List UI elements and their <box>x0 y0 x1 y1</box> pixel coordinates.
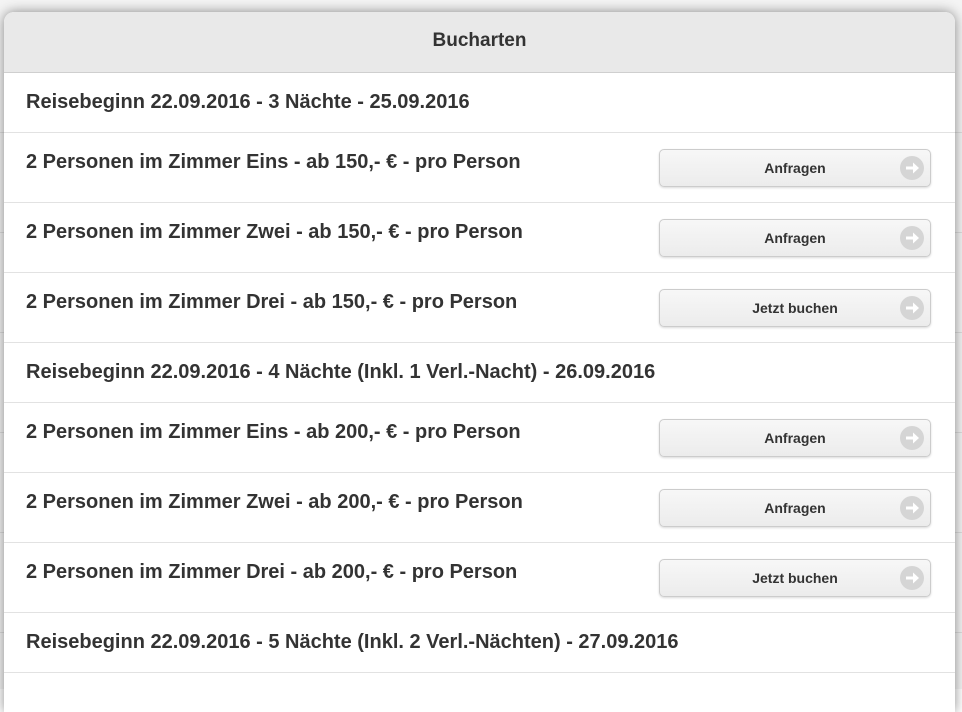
travel-start-label: Reisebeginn 22.09.2016 - 5 Nächte (Inkl.… <box>26 631 679 653</box>
request-button[interactable]: Anfragen <box>659 489 931 527</box>
dialog-title: Bucharten <box>432 30 527 51</box>
list-divider: Reisebeginn 22.09.2016 - 4 Nächte (Inkl.… <box>4 343 955 403</box>
list-item: 2 Personen im Zimmer Drei - ab 200,- € -… <box>4 543 955 613</box>
booking-list: Reisebeginn 22.09.2016 - 3 Nächte - 25.0… <box>4 73 955 673</box>
travel-start-label: Reisebeginn 22.09.2016 - 4 Nächte (Inkl.… <box>26 361 656 383</box>
request-button[interactable]: Anfragen <box>659 149 931 187</box>
arrow-right-circle-icon <box>900 426 924 450</box>
book-now-button[interactable]: Jetzt buchen <box>659 559 931 597</box>
button-label: Anfragen <box>764 500 826 516</box>
offer-label: 2 Personen im Zimmer Zwei - ab 150,- € -… <box>26 221 523 243</box>
list-item: 2 Personen im Zimmer Drei - ab 150,- € -… <box>4 273 955 343</box>
arrow-right-circle-icon <box>900 156 924 180</box>
arrow-right-circle-icon <box>900 226 924 250</box>
dialog-header: Bucharten <box>4 12 955 73</box>
button-label: Jetzt buchen <box>752 300 838 316</box>
booking-types-dialog: Bucharten Reisebeginn 22.09.2016 - 3 Näc… <box>4 12 955 712</box>
list-divider: Reisebeginn 22.09.2016 - 5 Nächte (Inkl.… <box>4 613 955 673</box>
request-button[interactable]: Anfragen <box>659 219 931 257</box>
arrow-right-circle-icon <box>900 566 924 590</box>
offer-label: 2 Personen im Zimmer Drei - ab 200,- € -… <box>26 561 518 583</box>
book-now-button[interactable]: Jetzt buchen <box>659 289 931 327</box>
list-item: 2 Personen im Zimmer Zwei - ab 200,- € -… <box>4 473 955 543</box>
request-button[interactable]: Anfragen <box>659 419 931 457</box>
button-label: Anfragen <box>764 230 826 246</box>
list-item: 2 Personen im Zimmer Zwei - ab 150,- € -… <box>4 203 955 273</box>
list-item: 2 Personen im Zimmer Eins - ab 200,- € -… <box>4 403 955 473</box>
button-label: Anfragen <box>764 160 826 176</box>
offer-label: 2 Personen im Zimmer Eins - ab 150,- € -… <box>26 151 521 173</box>
arrow-right-circle-icon <box>900 496 924 520</box>
offer-label: 2 Personen im Zimmer Zwei - ab 200,- € -… <box>26 491 523 513</box>
travel-start-label: Reisebeginn 22.09.2016 - 3 Nächte - 25.0… <box>26 91 470 113</box>
list-item: 2 Personen im Zimmer Eins - ab 150,- € -… <box>4 133 955 203</box>
button-label: Jetzt buchen <box>752 570 838 586</box>
button-label: Anfragen <box>764 430 826 446</box>
offer-label: 2 Personen im Zimmer Drei - ab 150,- € -… <box>26 291 518 313</box>
arrow-right-circle-icon <box>900 296 924 320</box>
list-divider: Reisebeginn 22.09.2016 - 3 Nächte - 25.0… <box>4 73 955 133</box>
offer-label: 2 Personen im Zimmer Eins - ab 200,- € -… <box>26 421 521 443</box>
